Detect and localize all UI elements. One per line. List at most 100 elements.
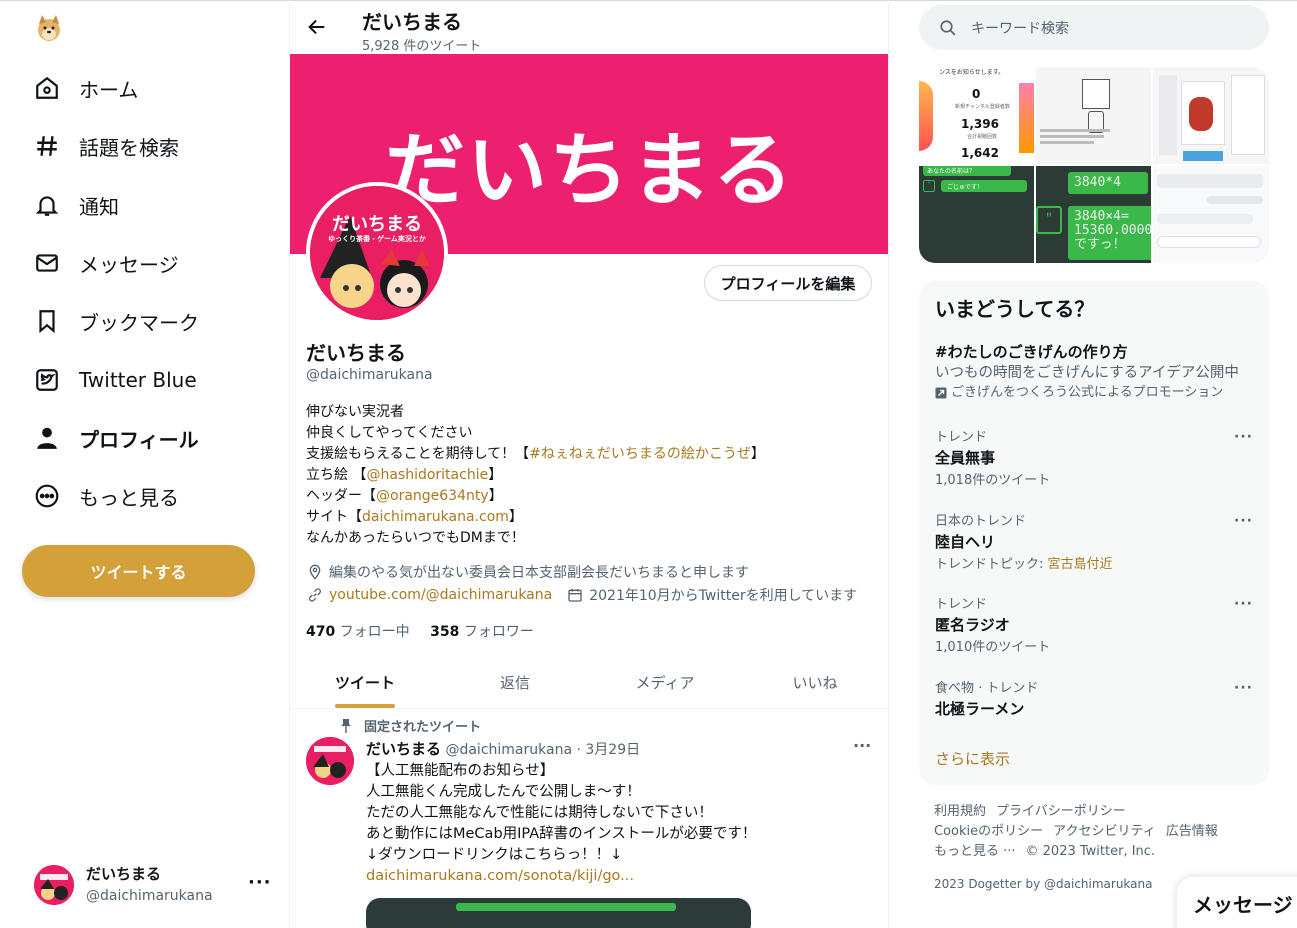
media-thumb[interactable] [1036,67,1151,164]
tweet-author-avatar[interactable] [306,737,354,785]
edit-profile-button[interactable]: プロフィールを編集 [704,265,872,301]
nav-explore[interactable]: 話題を検索 [30,124,179,168]
trend-item[interactable]: トレンド 匿名ラジオ 1,010件のツイート ··· [935,596,1253,657]
tweet-author-handle[interactable]: @daichimarukana [445,742,572,758]
nav-more[interactable]: もっと見る [30,474,179,518]
tweet-date[interactable]: · 3月29日 [576,742,640,758]
nav-twitter-blue[interactable]: Twitter Blue [30,358,197,402]
back-arrow-icon[interactable] [306,16,328,38]
nav-messages-label: メッセージ [79,252,179,277]
profile-avatar[interactable]: だいちまる ゆっくり茶番・ゲーム実況とか [306,182,448,324]
location-pin-icon [306,563,324,581]
footer-link-accessibility[interactable]: アクセシビリティ [1053,824,1156,839]
tweet-line: 人工無能くん完成したんで公開しま～す！ [366,784,641,800]
twitter-blue-icon [30,363,64,397]
profile-location: 編集のやる気が出ない委員会日本支部副会長だいちまると申します [306,562,749,582]
person-icon [30,421,64,455]
tweet-link[interactable]: daichimarukana.com/sonota/kiji/go... [366,866,756,887]
doge-logo-icon[interactable] [36,14,62,42]
trend-context: トレンド [935,597,988,612]
bell-icon [30,188,64,222]
bio-hashtag-link[interactable]: #ねぇねぇだいちまるの絵かこうぜ [529,446,751,462]
trend-item[interactable]: トレンド 全員無事 1,018件のツイート ··· [935,429,1253,490]
search-box[interactable]: キーワード検索 [919,5,1269,50]
footer-copyright: © 2023 Twitter, Inc. [1025,844,1156,859]
trend-item[interactable]: 日本のトレンド 陸自ヘリ トレンドトピック: 宮古島付近 ··· [935,513,1253,574]
trend-item[interactable]: 食べ物 · トレンド 北極ラーメン ··· [935,680,1253,720]
media-thumb[interactable]: ンスをお知らせします。 0 新規チャンネル登録者数 1,396 合計視聴回数 1… [919,67,1034,164]
media-thumb[interactable]: あなたの名前は？ ごじゅです！ " [919,166,1034,263]
tab-replies[interactable]: 返信 [440,656,590,708]
bio-line: サイト【daichimarukana.com】 [306,509,523,525]
trend-more-icon[interactable]: ··· [1234,596,1253,612]
nav-profile-label: プロフィール [79,427,199,452]
trend-name: 陸自ヘリ [935,533,996,551]
tab-tweets[interactable]: ツイート [290,656,440,708]
trend-more-icon[interactable]: ··· [1234,513,1253,529]
search-input[interactable]: キーワード検索 [971,18,1069,38]
follow-stats: 470 フォロー中 358 フォロワー [306,621,534,641]
bio-line: 立ち絵 【@hashidoritachie】 [306,467,503,483]
nav-more-label: もっと見る [79,485,179,510]
bio-site-link[interactable]: daichimarukana.com [362,509,509,525]
tab-media[interactable]: メディア [590,656,740,708]
media-thumb[interactable] [1153,67,1269,164]
account-switcher[interactable]: だいちまる @daichimarukana ··· [34,860,274,910]
trend-more-icon[interactable]: ··· [1234,429,1253,445]
tweet-count: 5,928 件のツイート [362,39,482,54]
tweet-media-image[interactable] [366,898,751,928]
promoted-icon [935,387,947,399]
profile-handle: @daichimarukana [306,367,433,383]
tweet-line: 【人工無能配布のお知らせ】 [366,763,555,779]
footer-link-terms[interactable]: 利用規約 [934,804,986,819]
tweet-more-icon[interactable]: ··· [853,736,871,755]
more-circle-icon [30,479,64,513]
joined-date: 2021年10月からTwitterを利用しています [589,588,858,604]
hashtag-icon [30,129,64,163]
nav-profile[interactable]: プロフィール [30,416,199,460]
show-more-link[interactable]: さらに表示 [935,748,1010,769]
nav-bookmarks[interactable]: ブックマーク [30,299,199,343]
nav-messages[interactable]: メッセージ [30,241,179,285]
pin-icon [340,718,352,733]
nav-home[interactable]: ホーム [30,66,138,110]
following-link[interactable]: 470 フォロー中 [306,624,410,640]
account-more-icon[interactable]: ··· [248,872,272,893]
trend-topic-link[interactable]: 宮古島付近 [1048,557,1113,572]
tweet-author-name[interactable]: だいちまる [366,740,441,758]
profile-tabs: ツイート 返信 メディア いいね [290,656,888,709]
footer-link-privacy[interactable]: プライバシーポリシー [996,804,1126,819]
tweet-button[interactable]: ツイートする [22,545,255,597]
bio-mention-link[interactable]: @hashidoritachie [366,467,488,483]
account-name: だいちまる [86,865,162,883]
trend-count: 1,018件のツイート [935,473,1051,488]
nav-notifications[interactable]: 通知 [30,183,119,227]
trend-count: 1,010件のツイート [935,640,1051,655]
trend-name: 匿名ラジオ [935,616,1010,634]
trend-more-icon[interactable]: ··· [1234,680,1253,696]
media-preview-grid: ンスをお知らせします。 0 新規チャンネル登録者数 1,396 合計視聴回数 1… [919,67,1269,263]
bio-line: 支援絵もらえることを期待して！【#ねぇねぇだいちまるの絵かこうぜ】 [306,446,765,462]
footer-credit: 2023 Dogetter by @daichimarukana [934,877,1153,891]
footer-link-ads[interactable]: 広告情報 [1166,824,1218,839]
media-thumb[interactable]: 3840*4 " 3840×4= 15360.000000 ですっ！ [1036,166,1151,263]
promoted-trend[interactable]: #わたしのごきげんの作り方 いつもの時間をごきげんにするアイデア公開中 ごきげん… [935,341,1253,402]
avatar-title: だいちまる [332,214,422,235]
tweet-line: あと動作にはMeCab用IPA辞書のインストールが必要です！ [366,826,757,842]
promo-by: ごきげんをつくろう公式によるプロモーション [935,384,1253,402]
page-title: だいちまる [362,10,462,34]
footer-link-more[interactable]: もっと見る ··· [934,844,1016,859]
tab-likes[interactable]: いいね [740,656,888,708]
messages-drawer[interactable]: メッセージ [1177,877,1297,928]
media-thumb[interactable] [1153,166,1269,263]
website-link[interactable]: youtube.com/@daichimarukana [329,587,552,603]
nav-home-label: ホーム [79,77,139,102]
calendar-icon [566,586,584,604]
footer-link-cookies[interactable]: Cookieのポリシー [934,824,1043,839]
bio-line: 伸びない実況者 [306,404,404,420]
followers-link[interactable]: 358 フォロワー [430,624,534,640]
avatar-subtitle: ゆっくり茶番・ゲーム実況とか [328,235,426,243]
bio-mention-link[interactable]: @orange634nty [376,488,489,504]
promo-hashtag: #わたしのごきげんの作り方 [935,343,1128,361]
nav-twitter-blue-label: Twitter Blue [79,368,197,392]
